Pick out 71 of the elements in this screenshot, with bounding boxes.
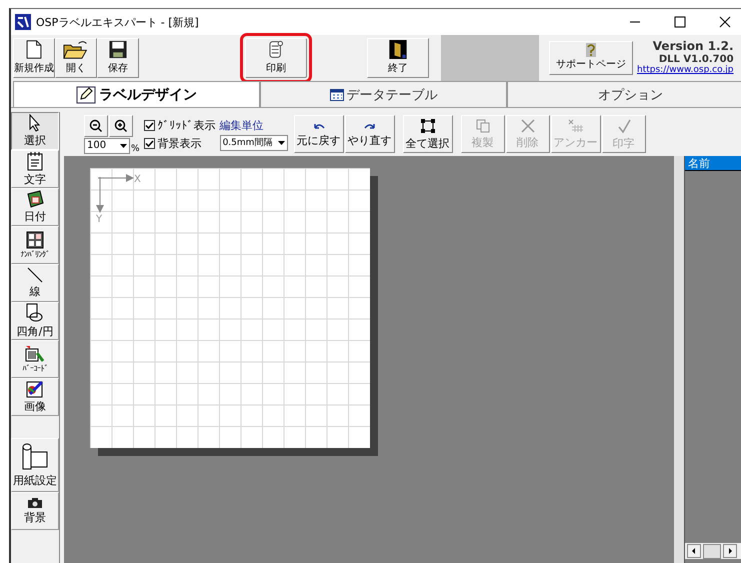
checkbox-icon	[144, 138, 155, 148]
y-axis-label: Y	[96, 214, 102, 225]
app-logo-icon	[15, 14, 31, 30]
tool-button[interactable]: 用紙設定	[11, 438, 59, 492]
maximize-icon[interactable]	[674, 16, 686, 28]
exit-button[interactable]: 終了	[367, 38, 429, 78]
pencil-frame-icon	[76, 86, 96, 104]
tab[interactable]: データテーブル	[260, 81, 507, 107]
tool-button[interactable]: 文字	[11, 150, 59, 188]
anchor-grid-icon	[568, 118, 584, 132]
selectall-button[interactable]: 全て選択	[402, 115, 453, 153]
y-axis-arrow	[96, 177, 104, 213]
rectangle-circle-icon	[26, 303, 44, 323]
paper-roll-icon	[20, 442, 50, 472]
tool-button[interactable]: 画像	[11, 378, 59, 416]
edit-unit-dropdown[interactable]: 0.5mm間隔	[220, 134, 288, 150]
zoom-in-icon	[114, 118, 128, 132]
diagonal-line-icon	[27, 267, 43, 283]
percent-label: %	[131, 144, 140, 154]
checkmark-icon	[616, 118, 631, 134]
redo-button[interactable]: やり直す	[344, 115, 395, 153]
zoom-out-button[interactable]	[84, 114, 108, 136]
pointer-icon	[28, 114, 42, 132]
door-icon	[388, 40, 408, 59]
table-icon	[330, 88, 344, 100]
checkbox[interactable]: 背景表示	[144, 136, 216, 150]
counter-icon	[26, 231, 44, 249]
x-axis-label: X	[134, 174, 141, 185]
scroll-left-icon[interactable]	[687, 544, 701, 558]
dll-version-label: DLL V1.0.700	[658, 54, 734, 65]
tab[interactable]: ラベルデザイン	[13, 81, 260, 107]
version-label: Version 1.2.	[652, 40, 734, 54]
tool-button[interactable]: ﾊﾞｰｺｰﾄﾞ	[11, 340, 59, 378]
open-button[interactable]: 開く	[55, 38, 97, 78]
edit-unit-label: 編集単位	[220, 118, 265, 132]
tool-button[interactable]: 背景	[11, 492, 59, 530]
tool-button[interactable]: 日付	[11, 188, 59, 226]
scroll-right-icon[interactable]	[723, 544, 737, 558]
zoom-out-icon	[89, 118, 103, 132]
new-button[interactable]: 新規作成	[13, 38, 55, 78]
website-link[interactable]: https://www.osp.co.jp	[637, 65, 734, 76]
undo-button[interactable]: 元に戻す	[294, 115, 344, 153]
tool-button[interactable]: 四角/円	[11, 302, 59, 340]
document-stack-icon	[267, 40, 285, 59]
zoom-dropdown[interactable]: 100	[84, 138, 130, 154]
notepad-icon	[27, 151, 43, 171]
tool-button[interactable]: 線	[11, 264, 59, 302]
checkbox-icon	[144, 120, 155, 130]
calendar-icon	[26, 190, 44, 208]
support-page-button[interactable]: サポートページ	[549, 41, 633, 75]
horizontal-scrollbar[interactable]	[685, 543, 741, 559]
dropdown-arrow-icon	[278, 140, 285, 144]
camera-icon	[27, 497, 43, 509]
tool-button[interactable]: ﾅﾝﾊﾞﾘﾝｸﾞ	[11, 226, 59, 264]
save-button[interactable]: 保存	[97, 38, 139, 78]
cross-icon	[520, 118, 535, 132]
list-header[interactable]: 名前	[685, 156, 741, 171]
checkbox[interactable]: ｸﾞﾘｯﾄﾞ表示	[144, 118, 216, 132]
copy-icon	[476, 118, 490, 132]
picture-icon	[26, 380, 44, 398]
close-icon[interactable]	[719, 16, 731, 28]
help-key-icon	[586, 43, 596, 57]
dropdown-arrow-icon	[120, 144, 127, 148]
window-title: OSPラベルエキスパート - [新規]	[36, 14, 199, 30]
tab[interactable]: オプション	[507, 81, 741, 107]
x-axis-arrow	[98, 174, 134, 182]
page-icon	[25, 40, 43, 59]
barcode-icon	[25, 345, 45, 363]
zoom-in-button[interactable]	[109, 114, 133, 136]
tool-button[interactable]: 選択	[11, 112, 59, 150]
selection-handles-icon	[420, 118, 436, 134]
